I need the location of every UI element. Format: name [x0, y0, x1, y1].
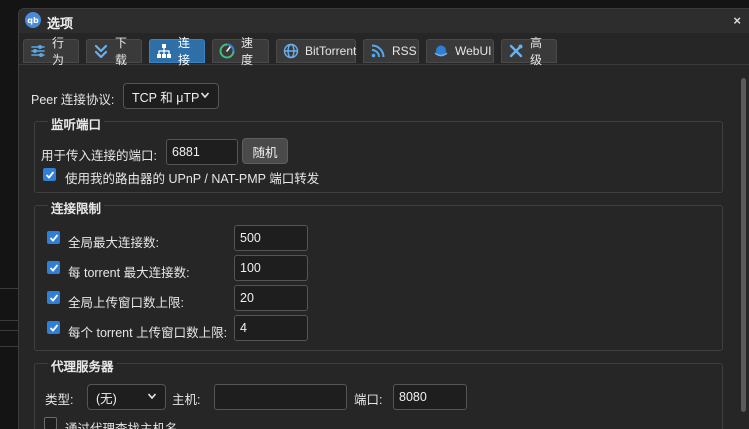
listening-port-legend: 监听端口: [48, 114, 105, 133]
connection-settings-panel: Peer 连接协议: TCP 和 μTP 监听端口 用于传入连接的端口: 688…: [19, 66, 749, 429]
chevron-down-icon: [200, 89, 210, 103]
peer-protocol-label: Peer 连接协议:: [31, 93, 115, 107]
tab-behavior[interactable]: 行为: [23, 36, 79, 67]
proxy-host-input[interactable]: [214, 384, 347, 410]
tab-webui[interactable]: WebUI: [426, 39, 494, 63]
backdrop-line: [0, 320, 18, 321]
proxy-host-label: 主机:: [172, 393, 201, 407]
window-title: 选项: [47, 16, 74, 31]
per-torrent-upload-slots-checkbox[interactable]: [47, 321, 60, 334]
tools-icon: [508, 43, 524, 59]
check-icon: [49, 293, 58, 302]
peer-protocol-value: TCP 和 μTP: [132, 90, 200, 105]
upnp-label: 使用我的路由器的 UPnP / NAT-PMP 端口转发: [65, 172, 320, 186]
proxy-type-label: 类型:: [45, 393, 74, 407]
network-icon: [156, 43, 172, 59]
tab-connection[interactable]: 连接: [149, 36, 205, 67]
per-torrent-upload-slots-input[interactable]: 4: [234, 315, 308, 341]
per-torrent-upload-slots-label: 每个 torrent 上传窗口数上限:: [68, 326, 228, 340]
global-max-connections-label: 全局最大连接数:: [68, 236, 159, 250]
random-port-button[interactable]: 随机: [242, 138, 288, 164]
tab-rss[interactable]: RSS: [363, 39, 419, 63]
check-icon: [49, 233, 58, 242]
chevron-down-icon: [147, 390, 157, 404]
global-upload-slots-checkbox[interactable]: [47, 291, 60, 304]
proxy-hostname-lookup-label: 通过代理查找主机名: [65, 422, 178, 429]
tab-label: WebUI: [455, 44, 492, 58]
connection-limits-legend: 连接限制: [48, 198, 105, 217]
proxy-hostname-lookup-checkbox[interactable]: [44, 417, 57, 429]
proxy-port-label: 端口:: [354, 393, 383, 407]
proxy-port-input[interactable]: 8080: [393, 384, 467, 410]
proxy-type-value: (无): [96, 391, 117, 406]
global-max-connections-checkbox[interactable]: [47, 231, 60, 244]
tab-speed[interactable]: 速度: [212, 36, 269, 67]
tab-label: 高级: [530, 36, 543, 67]
tab-downloads[interactable]: 下载: [86, 36, 142, 67]
tab-label: 下载: [115, 36, 128, 67]
peer-protocol-select[interactable]: TCP 和 μTP: [123, 83, 219, 109]
tab-label: 行为: [52, 36, 65, 67]
tab-label: 速度: [241, 36, 254, 67]
upnp-checkbox[interactable]: [43, 168, 56, 181]
tab-advanced[interactable]: 高级: [501, 36, 557, 67]
proxy-server-legend: 代理服务器: [48, 356, 117, 375]
incoming-port-input[interactable]: 6881: [166, 139, 238, 165]
backdrop-line: [0, 330, 18, 331]
options-dialog: qb 选项 × 行为 下载 连接 速度 BitTorrent RSS WebUI…: [18, 8, 749, 429]
close-button[interactable]: ×: [733, 13, 741, 28]
per-torrent-max-connections-input[interactable]: 100: [234, 255, 308, 281]
vertical-scrollbar[interactable]: [741, 78, 746, 412]
global-max-connections-input[interactable]: 500: [234, 225, 308, 251]
check-icon: [49, 323, 58, 332]
per-torrent-max-connections-label: 每 torrent 最大连接数:: [68, 266, 190, 280]
webui-icon: [433, 43, 449, 59]
backdrop-line: [0, 288, 18, 289]
globe-icon: [283, 43, 299, 59]
global-upload-slots-input[interactable]: 20: [234, 285, 308, 311]
per-torrent-max-connections-checkbox[interactable]: [47, 261, 60, 274]
rss-icon: [370, 43, 386, 59]
global-upload-slots-label: 全局上传窗口数上限:: [68, 296, 184, 310]
tab-label: 连接: [178, 36, 191, 67]
sliders-icon: [30, 43, 46, 59]
proxy-type-select[interactable]: (无): [87, 384, 166, 410]
tab-bar: 行为 下载 连接 速度 BitTorrent RSS WebUI 高级: [19, 33, 749, 67]
tab-label: RSS: [392, 44, 417, 58]
speedometer-icon: [219, 43, 235, 59]
tab-label: BitTorrent: [305, 44, 357, 58]
app-icon: qb: [25, 12, 41, 28]
chevrons-down-icon: [93, 43, 109, 59]
check-icon: [49, 263, 58, 272]
tab-bittorrent[interactable]: BitTorrent: [276, 39, 356, 63]
incoming-port-label: 用于传入连接的端口:: [41, 149, 157, 163]
backdrop-line: [0, 346, 18, 347]
check-icon: [45, 170, 54, 179]
title-bar[interactable]: qb 选项 ×: [19, 9, 749, 33]
